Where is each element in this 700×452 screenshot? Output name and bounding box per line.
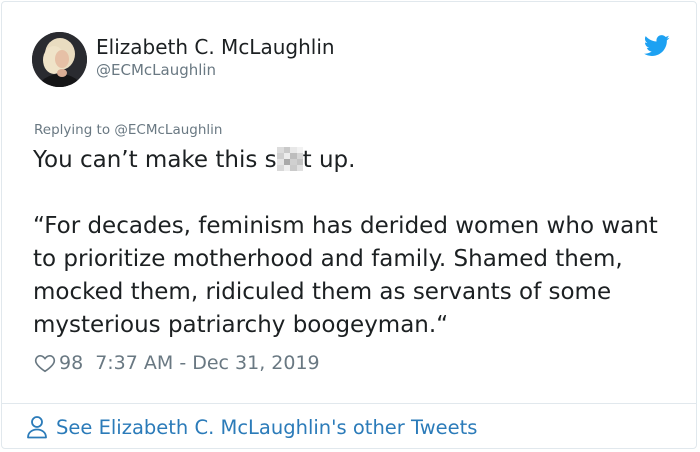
see-other-tweets-link[interactable]: See Elizabeth C. McLaughlin's other Twee… bbox=[26, 415, 477, 439]
tweet-line-1-before: You can’t make this s bbox=[33, 147, 277, 173]
heart-icon[interactable] bbox=[34, 352, 56, 374]
footer-divider bbox=[2, 403, 696, 404]
replying-to: Replying to @ECMcLaughlin bbox=[34, 122, 222, 138]
tweet-line-1-after: t up. bbox=[302, 147, 356, 173]
person-icon bbox=[27, 416, 47, 439]
avatar-photo bbox=[32, 32, 87, 87]
twitter-bird-icon[interactable] bbox=[644, 35, 670, 57]
tweet-line-1: You can’t make this s t up. bbox=[33, 144, 673, 177]
author-name[interactable]: Elizabeth C. McLaughlin bbox=[96, 35, 335, 59]
like-count[interactable]: 98 bbox=[59, 352, 83, 374]
avatar[interactable] bbox=[32, 32, 87, 87]
replying-to-handle-link[interactable]: @ECMcLaughlin bbox=[114, 122, 222, 138]
tweet-text: You can’t make this s t up. “For decades… bbox=[33, 144, 673, 342]
embedded-tweet-card: Elizabeth C. McLaughlin @ECMcLaughlin Re… bbox=[1, 1, 697, 449]
see-other-tweets-label: See Elizabeth C. McLaughlin's other Twee… bbox=[56, 415, 478, 439]
tweet-meta: 98 7:37 AM - Dec 31, 2019 bbox=[34, 352, 320, 374]
censor-pixelation bbox=[276, 147, 303, 171]
author-handle[interactable]: @ECMcLaughlin bbox=[96, 61, 216, 79]
tweet-quote: “For decades, feminism has derided women… bbox=[33, 213, 658, 338]
replying-to-prefix: Replying to bbox=[34, 122, 115, 138]
tweet-timestamp[interactable]: 7:37 AM - Dec 31, 2019 bbox=[95, 352, 319, 374]
tweet-header: Elizabeth C. McLaughlin @ECMcLaughlin bbox=[32, 32, 672, 92]
